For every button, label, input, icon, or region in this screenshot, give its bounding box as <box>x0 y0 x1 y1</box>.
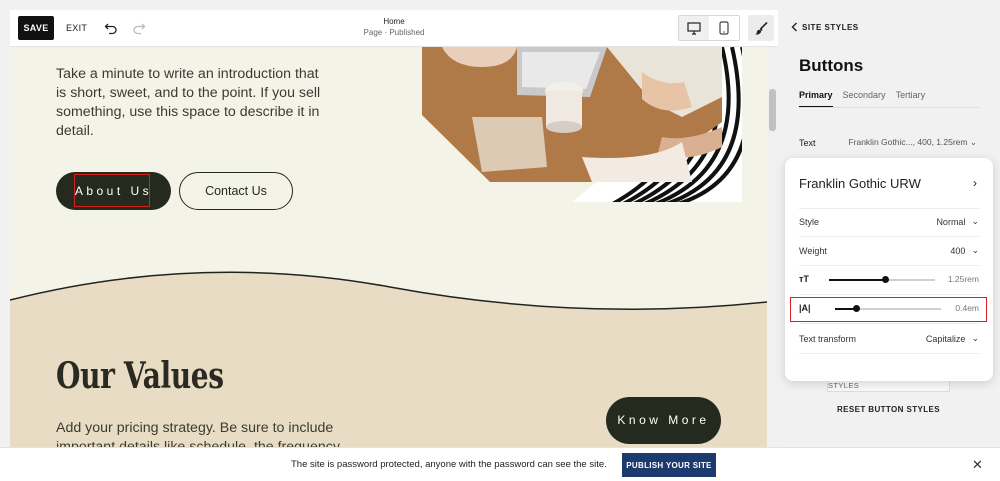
divider <box>799 265 979 266</box>
font-size-value: 1.25rem <box>947 274 979 284</box>
text-style-label: Text <box>799 137 816 148</box>
page-info[interactable]: Home Page · Published <box>340 16 448 38</box>
button-style-tabs: Primary Secondary Tertiary <box>799 90 925 100</box>
paintbrush-icon <box>755 21 768 35</box>
chevron-down-icon: ⌄ <box>969 137 977 147</box>
exit-button[interactable]: EXIT <box>66 16 87 40</box>
panel-title: Buttons <box>799 56 864 75</box>
values-heading[interactable]: Our Values <box>56 355 224 397</box>
text-transform-row[interactable]: Text transform Capitalize ⌄ <box>799 333 979 344</box>
chevron-down-icon: ⌄ <box>971 216 979 226</box>
font-size-slider-row: ᴛT 1.25rem <box>799 272 979 288</box>
close-icon[interactable]: ✕ <box>972 457 983 473</box>
font-size-slider-handle[interactable] <box>882 276 890 283</box>
divider <box>799 323 979 324</box>
text-style-row[interactable]: Text Franklin Gothic..., 400, 1.25rem ⌄ <box>799 137 977 148</box>
weight-value: 400 <box>950 245 966 256</box>
password-banner: The site is password protected, anyone w… <box>0 447 1000 481</box>
desktop-view-button[interactable] <box>679 16 709 40</box>
style-value: Normal <box>936 216 966 227</box>
page-name: Home <box>383 17 405 26</box>
mobile-view-button[interactable] <box>709 16 739 40</box>
chevron-down-icon: ⌄ <box>971 333 979 343</box>
values-paragraph[interactable]: Add your pricing strategy. Be sure to in… <box>56 419 346 447</box>
tab-primary[interactable]: Primary <box>799 90 833 100</box>
intro-paragraph[interactable]: Take a minute to write an introduction t… <box>56 65 326 141</box>
divider <box>799 236 979 237</box>
know-more-button[interactable]: Know More <box>606 397 721 444</box>
divider <box>799 294 979 295</box>
font-size-icon: ᴛT <box>799 274 809 284</box>
text-transform-label: Text transform <box>799 333 857 344</box>
font-family-selector[interactable]: Franklin Gothic URW <box>799 176 921 191</box>
save-button[interactable]: SAVE <box>18 16 54 40</box>
letter-spacing-slider-handle[interactable] <box>853 305 861 312</box>
text-transform-value: Capitalize <box>925 333 966 344</box>
tab-secondary[interactable]: Secondary <box>843 90 886 100</box>
chevron-right-icon[interactable]: › <box>973 176 977 190</box>
page-canvas: Take a minute to write an introduction t… <box>10 47 767 447</box>
font-settings-popover: Franklin Gothic URW › Style Normal ⌄ Weig… <box>785 158 993 381</box>
style-row[interactable]: Style Normal ⌄ <box>799 216 979 227</box>
banner-message: The site is password protected, anyone w… <box>291 459 607 470</box>
publish-site-button[interactable]: PUBLISH YOUR SITE <box>622 453 716 477</box>
redo-icon[interactable] <box>130 19 148 37</box>
tab-tertiary[interactable]: Tertiary <box>896 90 926 100</box>
about-us-button[interactable]: About Us <box>56 172 171 210</box>
back-link-label: SITE STYLES <box>802 22 859 32</box>
weight-label: Weight <box>799 245 827 256</box>
divider <box>799 208 979 209</box>
desktop-icon <box>687 21 701 35</box>
font-size-track-fill <box>829 279 886 281</box>
page-status: Page · Published <box>363 28 425 37</box>
chevron-down-icon: ⌄ <box>971 245 979 255</box>
tab-divider <box>799 107 979 108</box>
site-styles-button[interactable] <box>748 15 774 41</box>
reset-button-styles[interactable]: RESET BUTTON STYLES <box>827 405 950 414</box>
undo-icon[interactable] <box>102 19 120 37</box>
divider <box>799 353 979 354</box>
hero-image[interactable] <box>422 47 742 202</box>
style-label: Style <box>799 216 820 227</box>
editor-toolbar: SAVE EXIT Home Page · Published <box>10 10 778 47</box>
letter-spacing-icon: |A| <box>799 303 811 313</box>
contact-us-button[interactable]: Contact Us <box>179 172 293 210</box>
scroll-thumb[interactable] <box>769 89 776 131</box>
chevron-left-icon <box>791 22 797 32</box>
letter-spacing-slider-row: |A| 0.4em <box>799 301 979 317</box>
mobile-icon <box>719 21 729 35</box>
device-toggle <box>678 15 740 41</box>
app-window: SAVE EXIT Home Page · Published Take a m… <box>0 0 1000 481</box>
canvas-scrollbar[interactable] <box>767 47 778 447</box>
letter-spacing-value: 0.4em <box>955 303 979 313</box>
text-style-value: Franklin Gothic..., 400, 1.25rem ⌄ <box>848 137 977 147</box>
back-to-site-styles[interactable]: SITE STYLES <box>791 22 859 32</box>
weight-row[interactable]: Weight 400 ⌄ <box>799 245 979 256</box>
